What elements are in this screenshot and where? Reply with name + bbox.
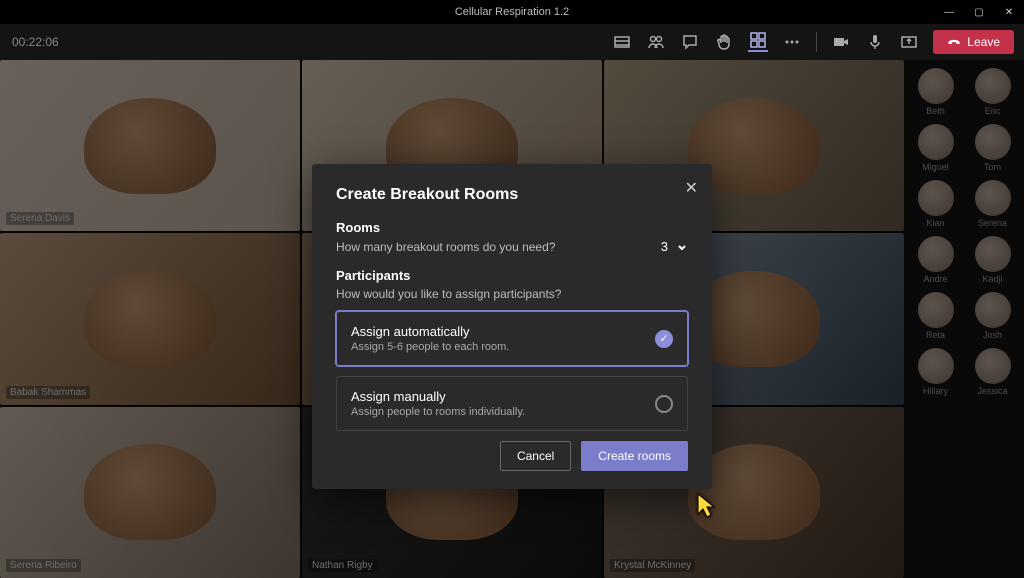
- rooms-count-value: 3: [661, 239, 668, 254]
- breakout-rooms-icon[interactable]: [748, 32, 768, 52]
- titlebar: Cellular Respiration 1.2 — ▢ ✕: [0, 0, 1024, 24]
- window-title: Cellular Respiration 1.2: [455, 6, 569, 18]
- create-breakout-rooms-dialog: ✕ Create Breakout Rooms Rooms How many b…: [312, 164, 712, 489]
- opt-manual-sub: Assign people to rooms individually.: [351, 406, 525, 418]
- radio-checked-icon: [655, 330, 673, 348]
- create-rooms-button[interactable]: Create rooms: [581, 441, 688, 471]
- close-icon[interactable]: ✕: [685, 178, 698, 198]
- opt-auto-sub: Assign 5-6 people to each room.: [351, 341, 509, 353]
- assign-manually-option[interactable]: Assign manually Assign people to rooms i…: [336, 376, 688, 431]
- radio-unchecked-icon: [655, 395, 673, 413]
- mic-icon[interactable]: [865, 32, 885, 52]
- close-window-button[interactable]: ✕: [994, 0, 1024, 24]
- more-icon[interactable]: [782, 32, 802, 52]
- call-timer: 00:22:06: [12, 35, 59, 49]
- rooms-count-dropdown[interactable]: 3: [661, 239, 688, 254]
- chat-icon[interactable]: [680, 32, 700, 52]
- minimize-button[interactable]: —: [934, 0, 964, 24]
- raise-hand-icon[interactable]: [714, 32, 734, 52]
- cancel-button[interactable]: Cancel: [500, 441, 571, 471]
- maximize-button[interactable]: ▢: [964, 0, 994, 24]
- participants-label: Participants: [336, 268, 688, 283]
- opt-manual-title: Assign manually: [351, 389, 525, 404]
- rooms-label: Rooms: [336, 220, 688, 235]
- opt-auto-title: Assign automatically: [351, 324, 509, 339]
- leave-button[interactable]: Leave: [933, 30, 1014, 54]
- assign-automatically-option[interactable]: Assign automatically Assign 5-6 people t…: [336, 311, 688, 366]
- participants-question: How would you like to assign participant…: [336, 287, 561, 301]
- hangup-icon: [947, 35, 961, 49]
- camera-icon[interactable]: [831, 32, 851, 52]
- layout-icon[interactable]: [612, 32, 632, 52]
- people-icon[interactable]: [646, 32, 666, 52]
- leave-label: Leave: [967, 35, 1000, 49]
- meeting-toolbar: 00:22:06 Leave: [0, 24, 1024, 60]
- dialog-title: Create Breakout Rooms: [336, 186, 688, 204]
- chevron-down-icon: [676, 241, 688, 253]
- share-icon[interactable]: [899, 32, 919, 52]
- rooms-question: How many breakout rooms do you need?: [336, 240, 555, 254]
